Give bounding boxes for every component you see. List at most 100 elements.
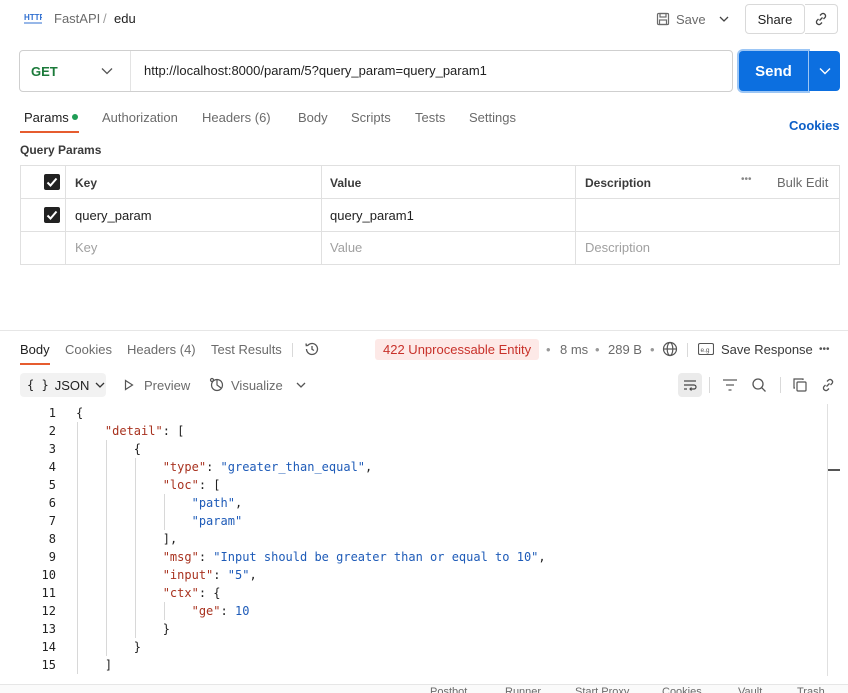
tab-body[interactable]: Body [298, 110, 328, 125]
save-response-button[interactable]: Save Response [721, 342, 813, 357]
send-options-chevron-icon[interactable] [809, 51, 840, 91]
code-text: "input": "5", [162, 568, 257, 582]
tab-authorization[interactable]: Authorization [102, 110, 178, 125]
visualize-chevron-down-icon[interactable] [296, 382, 306, 388]
meta-dot: • [546, 342, 551, 357]
status-badge[interactable]: 422 Unprocessable Entity [375, 339, 540, 360]
footer-item[interactable]: Vault [738, 686, 762, 693]
tab-headers[interactable]: Headers (6) [202, 110, 271, 125]
new-param-key-input[interactable]: Key [75, 240, 97, 255]
save-button[interactable]: Save [650, 6, 710, 32]
save-response-icon[interactable]: e.g [698, 342, 714, 356]
new-param-description-input[interactable]: Description [585, 240, 650, 255]
response-size[interactable]: 289 B [608, 342, 642, 357]
url-input[interactable]: http://localhost:8000/param/5?query_para… [144, 63, 487, 78]
response-body-viewer[interactable]: 1{2 "detail": [3 {4 "type": "greater_tha… [20, 404, 828, 676]
breadcrumb-collection[interactable]: FastAPI [54, 11, 100, 26]
line-number: 4 [48, 460, 56, 474]
param-key-input[interactable]: query_param [75, 208, 152, 223]
response-tab-headers[interactable]: Headers (4) [127, 342, 196, 357]
code-line[interactable]: 6 "path", [20, 494, 242, 512]
code-line[interactable]: 10 "input": "5", [20, 566, 257, 584]
code-line[interactable]: 11 "ctx": { [20, 584, 221, 602]
column-options-icon[interactable]: ••• [741, 174, 752, 185]
select-all-checkbox[interactable] [44, 174, 60, 190]
code-line[interactable]: 2 "detail": [ [20, 422, 185, 440]
code-text: "path", [191, 496, 243, 510]
line-number: 15 [41, 658, 56, 672]
format-select[interactable]: { } JSON [20, 373, 106, 397]
response-divider[interactable] [0, 330, 848, 331]
globe-icon[interactable] [662, 341, 678, 357]
footer-item[interactable]: Trash [797, 686, 825, 693]
code-line[interactable]: 4 "type": "greater_than_equal", [20, 458, 373, 476]
code-line[interactable]: 7 "param" [20, 512, 242, 530]
more-options-icon[interactable]: ••• [819, 344, 830, 355]
code-line[interactable]: 9 "msg": "Input should be greater than o… [20, 548, 546, 566]
params-active-dot [72, 114, 78, 120]
response-tab-body[interactable]: Body [20, 342, 50, 357]
share-button[interactable]: Share [745, 4, 805, 34]
code-line[interactable]: 5 "loc": [ [20, 476, 221, 494]
filter-icon[interactable] [722, 378, 738, 392]
footer-item[interactable]: Runner [505, 686, 541, 693]
code-line[interactable]: 15 ] [20, 656, 113, 674]
tab-separator [292, 343, 293, 357]
indent-guide [135, 458, 136, 638]
param-row-checkbox[interactable] [44, 207, 60, 223]
tab-tests[interactable]: Tests [415, 110, 445, 125]
code-text: "detail": [ [104, 424, 185, 438]
code-line[interactable]: 8 ], [20, 530, 177, 548]
code-line[interactable]: 12 "ge": 10 [20, 602, 250, 620]
visualize-icon[interactable] [209, 377, 225, 393]
link-icon[interactable] [820, 377, 836, 393]
http-request-icon: HTTP [24, 11, 42, 25]
line-number: 10 [41, 568, 56, 582]
method-select[interactable]: GET [31, 64, 58, 79]
footer-item[interactable]: Start Proxy [575, 686, 629, 693]
visualize-button[interactable]: Visualize [231, 378, 283, 393]
response-tab-test-results[interactable]: Test Results [211, 342, 282, 357]
cookies-link[interactable]: Cookies [789, 118, 840, 133]
tab-settings[interactable]: Settings [469, 110, 516, 125]
indent-guide [164, 494, 165, 530]
code-text: ], [162, 532, 178, 546]
code-text: "ctx": { [162, 586, 221, 600]
play-icon[interactable] [124, 379, 134, 391]
response-time[interactable]: 8 ms [560, 342, 588, 357]
bulk-edit-button[interactable]: Bulk Edit [777, 175, 828, 190]
copy-icon[interactable] [792, 377, 808, 393]
save-dropdown-chevron-icon[interactable] [712, 6, 736, 32]
code-line[interactable]: 3 { [20, 440, 141, 458]
query-params-title: Query Params [20, 143, 102, 157]
code-line[interactable]: 13 } [20, 620, 170, 638]
code-line[interactable]: 14 } [20, 638, 141, 656]
breadcrumb-request-name[interactable]: edu [114, 11, 136, 26]
code-line[interactable]: 1{ [20, 404, 83, 422]
tab-params[interactable]: Params [24, 110, 69, 125]
code-text: "param" [191, 514, 243, 528]
chevron-down-icon [95, 382, 105, 388]
new-param-value-input[interactable]: Value [330, 240, 362, 255]
method-chevron-down-icon[interactable] [100, 64, 114, 78]
param-value-input[interactable]: query_param1 [330, 208, 414, 223]
save-icon [656, 12, 670, 26]
response-tab-cookies[interactable]: Cookies [65, 342, 112, 357]
search-icon[interactable] [751, 377, 767, 393]
vertical-scrollbar[interactable] [827, 404, 828, 676]
word-wrap-icon[interactable] [678, 373, 702, 397]
scrollbar-marker[interactable] [828, 469, 840, 471]
history-icon[interactable] [304, 341, 320, 357]
meta-dot: • [650, 342, 655, 357]
toolbar-separator [709, 377, 710, 393]
footer-item[interactable]: Postbot [430, 686, 467, 693]
tab-scripts[interactable]: Scripts [351, 110, 391, 125]
preview-button[interactable]: Preview [144, 378, 190, 393]
line-number: 2 [48, 424, 56, 438]
footer-item[interactable]: Cookies [662, 686, 702, 693]
code-text: "ge": 10 [191, 604, 250, 618]
line-number: 13 [41, 622, 56, 636]
line-number: 9 [48, 550, 56, 564]
copy-link-icon[interactable] [805, 4, 838, 34]
send-button[interactable]: Send [739, 51, 808, 91]
